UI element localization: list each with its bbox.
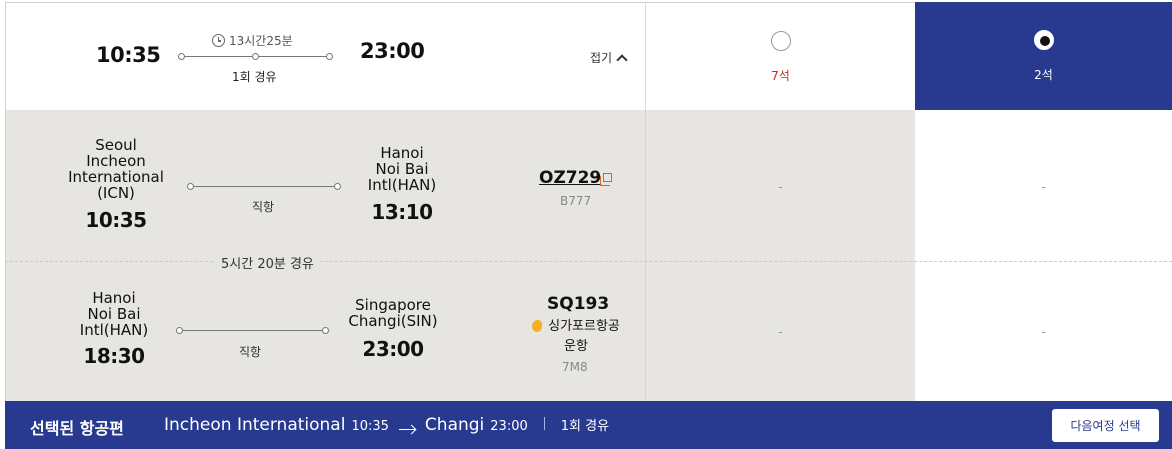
selected-stops: 1회 경유 xyxy=(560,419,610,434)
segment-1-direct: 직항 xyxy=(252,200,275,214)
fare-option-1[interactable]: 7석 xyxy=(645,2,915,110)
selected-flight-bar: 선택된 항공편 Incheon International 10:35 Chan… xyxy=(5,401,1172,449)
segment-1-line xyxy=(192,186,340,187)
segment-1-origin: Seoul Incheon International (ICN) xyxy=(68,136,164,202)
separator xyxy=(543,417,545,430)
singapore-airlines-logo-icon xyxy=(532,320,543,332)
selected-from-airport: Incheon International xyxy=(164,415,346,435)
segment-1-destination: Hanoi Noi Bai Intl(HAN) xyxy=(367,144,437,194)
segment-2-flight-number: SQ193 xyxy=(547,294,610,314)
layover-label: 5시간 20분 경유 xyxy=(215,253,320,272)
segment-2-origin: Hanoi Noi Bai Intl(HAN) xyxy=(79,289,149,339)
segment-2-depart-time: 18:30 xyxy=(83,344,145,368)
selected-from-time: 10:35 xyxy=(351,419,389,434)
segment-1-fare-1: - xyxy=(778,180,783,194)
fare-1-details: - - xyxy=(645,110,915,401)
route-end-dot xyxy=(326,53,333,60)
segment-1-flight-number[interactable]: OZ729 xyxy=(539,168,601,188)
segment-1-fare-2: - xyxy=(1041,180,1046,194)
segment-2-operator: 싱가포르항공 xyxy=(548,319,620,334)
segment-details: Seoul Incheon International (ICN) 10:35 … xyxy=(5,110,645,401)
segment-1-end-dot xyxy=(334,183,341,190)
segment-1-depart-time: 10:35 xyxy=(85,208,147,232)
segment-1-start-dot xyxy=(187,183,194,190)
selected-to-time: 23:00 xyxy=(490,419,528,434)
segment-2-operator-block: 싱가포르항공 운항 xyxy=(511,317,641,357)
collapse-label: 접기 xyxy=(590,51,613,65)
summary-arrive-time: 23:00 xyxy=(360,39,425,63)
segment-2-end-dot xyxy=(322,327,329,334)
selected-route: Incheon International 10:35 Changi 23:00… xyxy=(164,415,609,435)
itinerary-summary[interactable]: 10:35 13시간25분 1회 경유 23:00 접기 xyxy=(5,2,645,110)
segment-2-direct: 직항 xyxy=(239,345,262,359)
segment-2-arrive-time: 23:00 xyxy=(362,337,424,361)
segment-2-line xyxy=(181,330,327,331)
segment-2-operated-label: 운항 xyxy=(564,339,588,354)
collapse-toggle[interactable]: 접기 xyxy=(590,49,628,66)
segment-2-aircraft: 7M8 xyxy=(562,360,588,374)
summary-depart-time: 10:35 xyxy=(96,43,161,67)
layover-divider xyxy=(5,261,1172,262)
stops-label: 1회 경유 xyxy=(232,70,277,84)
selected-flight-title: 선택된 항공편 xyxy=(30,419,124,438)
fare-2-details: - - xyxy=(915,110,1172,401)
segment-1-aircraft: B777 xyxy=(560,194,592,208)
segment-1-arrive-time: 13:10 xyxy=(371,200,433,224)
seats-remaining-1: 7석 xyxy=(771,69,790,83)
duration: 13시간25분 xyxy=(212,32,293,49)
external-link-icon[interactable] xyxy=(600,173,612,186)
clock-icon xyxy=(212,34,225,47)
segment-2-fare-1: - xyxy=(778,325,783,339)
duration-text: 13시간25분 xyxy=(229,34,293,48)
seats-remaining-2: 2석 xyxy=(1034,68,1053,82)
fare-radio-2[interactable] xyxy=(1033,30,1054,50)
selected-to-airport: Changi xyxy=(424,415,485,435)
segment-2-destination: Singapore Changi(SIN) xyxy=(348,296,438,330)
route-stop-dot xyxy=(252,53,259,60)
arrow-right-icon xyxy=(398,429,415,430)
next-itinerary-button[interactable]: 다음여정 선택 xyxy=(1052,409,1159,442)
segment-2-start-dot xyxy=(176,327,183,334)
chevron-up-icon xyxy=(616,53,628,66)
route-start-dot xyxy=(178,53,185,60)
flight-result-card: 10:35 13시간25분 1회 경유 23:00 접기 7석 2석 Seoul… xyxy=(5,2,1172,449)
segment-2-fare-2: - xyxy=(1041,325,1046,339)
fare-option-2[interactable]: 2석 xyxy=(915,2,1172,110)
fare-radio-1[interactable] xyxy=(770,31,791,51)
